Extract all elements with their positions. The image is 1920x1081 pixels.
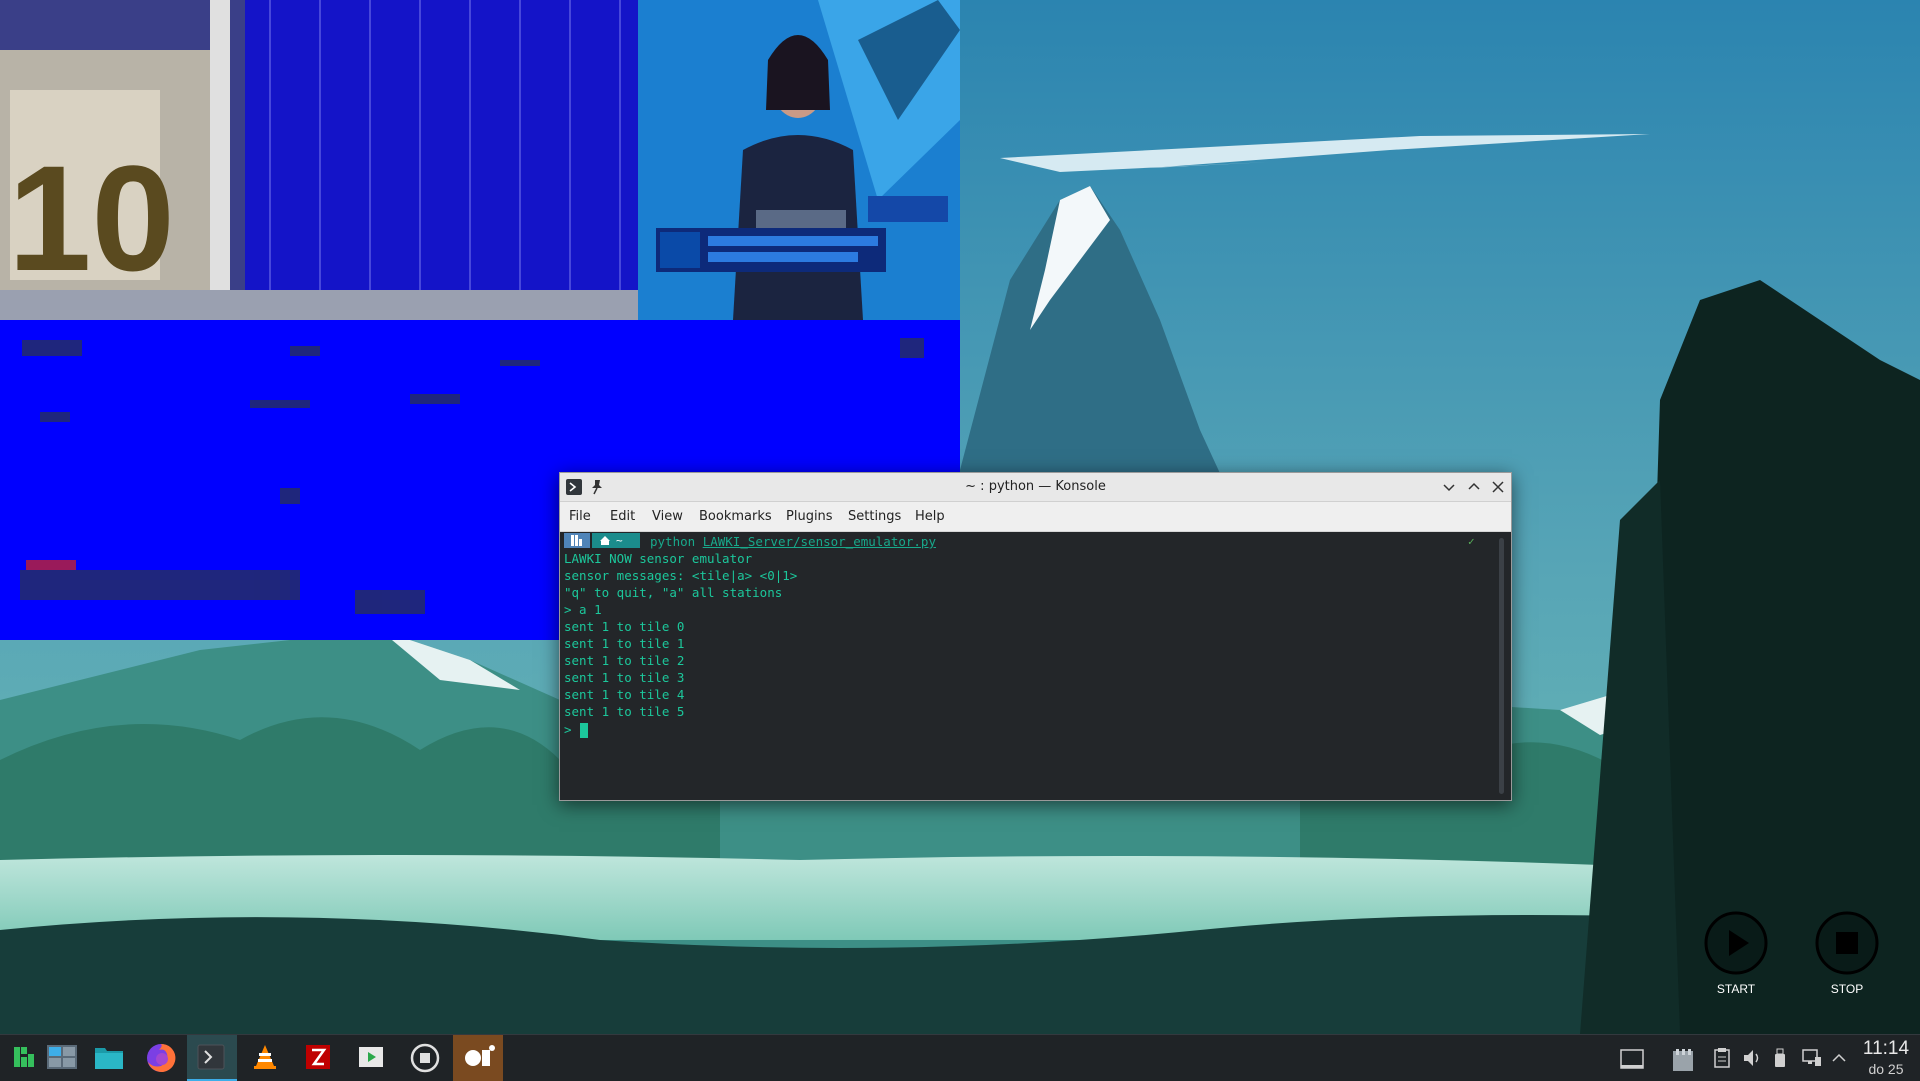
konsole-icon: [197, 1044, 225, 1070]
clock-time[interactable]: 11:14: [1855, 1038, 1917, 1060]
media-player-button[interactable]: [347, 1035, 397, 1081]
play-icon[interactable]: [1703, 910, 1769, 976]
konsole-task-button[interactable]: [187, 1035, 237, 1081]
output-line: sent 1 to tile 2: [564, 653, 685, 668]
stop-label[interactable]: STOP: [1813, 982, 1881, 996]
terminal-area[interactable]: ~ python LAWKI_Server/sensor_emulator.py…: [560, 532, 1511, 800]
prompt-directory-segment: ~: [592, 533, 640, 548]
menu-settings[interactable]: Settings: [848, 509, 901, 524]
manjaro-icon: [571, 535, 582, 546]
command-name: python: [650, 534, 696, 549]
command-argument[interactable]: LAWKI_Server/sensor_emulator.py: [703, 534, 936, 549]
maximize-button[interactable]: [1466, 479, 1482, 495]
start-label[interactable]: START: [1702, 982, 1770, 996]
menu-edit[interactable]: Edit: [610, 509, 635, 524]
svg-text:10: 10: [8, 134, 175, 302]
output-line: sent 1 to tile 4: [564, 687, 685, 702]
window-title: ~ : python — Konsole: [965, 479, 1106, 494]
terminal-scrollbar[interactable]: [1499, 538, 1504, 794]
output-line: sent 1 to tile 3: [564, 670, 685, 685]
vlc-icon: [254, 1045, 276, 1069]
pager-icon: [47, 1045, 77, 1069]
file-manager-button[interactable]: [84, 1035, 134, 1081]
stop-icon[interactable]: [1814, 910, 1880, 976]
output-line: sent 1 to tile 0: [564, 619, 685, 634]
output-line: sent 1 to tile 1: [564, 636, 685, 651]
tray-expand-icon[interactable]: [1831, 1047, 1847, 1069]
output-line: LAWKI NOW sensor emulator: [564, 551, 753, 566]
output-line: sent 1 to tile 5: [564, 704, 685, 719]
text-cursor: [580, 723, 588, 738]
output-line: > a 1: [564, 602, 602, 617]
prompt-dir-text: ~: [616, 534, 623, 547]
firefox-button[interactable]: [136, 1035, 186, 1081]
record-stop-icon: [410, 1043, 440, 1073]
menu-bookmarks[interactable]: Bookmarks: [699, 509, 772, 524]
filezilla-icon: [306, 1045, 330, 1069]
menu-view[interactable]: View: [652, 509, 683, 524]
menu-bar: File Edit View Bookmarks Plugins Setting…: [560, 502, 1511, 532]
show-desktop-icon[interactable]: [1619, 1047, 1645, 1071]
status-check-icon: ✓: [1468, 535, 1475, 548]
menu-plugins[interactable]: Plugins: [786, 509, 833, 524]
vlc-button[interactable]: [241, 1035, 291, 1081]
obs-button[interactable]: [453, 1035, 503, 1081]
start-control[interactable]: START: [1702, 910, 1770, 996]
minimize-button[interactable]: [1441, 479, 1457, 495]
taskbar: 11:14 do 25: [0, 1034, 1920, 1081]
konsole-window[interactable]: ~ : python — Konsole File Edit View Book…: [559, 472, 1512, 801]
output-line: "q" to quit, "a" all stations: [564, 585, 783, 600]
filezilla-button[interactable]: [294, 1035, 344, 1081]
menu-file[interactable]: File: [569, 509, 591, 524]
pager-button[interactable]: [36, 1035, 86, 1081]
window-titlebar[interactable]: ~ : python — Konsole: [560, 473, 1511, 502]
input-prompt: >: [564, 722, 572, 737]
stop-control[interactable]: STOP: [1813, 910, 1881, 996]
command-line: python LAWKI_Server/sensor_emulator.py: [650, 533, 936, 550]
close-button[interactable]: [1490, 479, 1506, 495]
home-icon: [600, 536, 610, 545]
firefox-icon: [147, 1043, 176, 1072]
usb-device-icon[interactable]: [1772, 1047, 1788, 1069]
menu-help[interactable]: Help: [915, 509, 945, 524]
clipboard-icon[interactable]: [1713, 1047, 1731, 1069]
output-line: sensor messages: <tile|a> <0|1>: [564, 568, 798, 583]
file-manager-icon: [95, 1048, 123, 1069]
network-icon[interactable]: [1801, 1047, 1823, 1069]
clock-date[interactable]: do 25: [1855, 1061, 1917, 1077]
video-tile-stadium: 10: [0, 0, 638, 320]
volume-icon[interactable]: [1742, 1047, 1762, 1069]
video-tile-news-anchor: [638, 0, 960, 320]
task-manager-icon[interactable]: [1670, 1047, 1696, 1073]
record-stop-button[interactable]: [400, 1035, 450, 1081]
media-player-icon: [359, 1047, 383, 1067]
obs-icon: [465, 1045, 495, 1066]
application-launcher-icon: [14, 1047, 34, 1067]
prompt-os-segment: [564, 533, 590, 548]
